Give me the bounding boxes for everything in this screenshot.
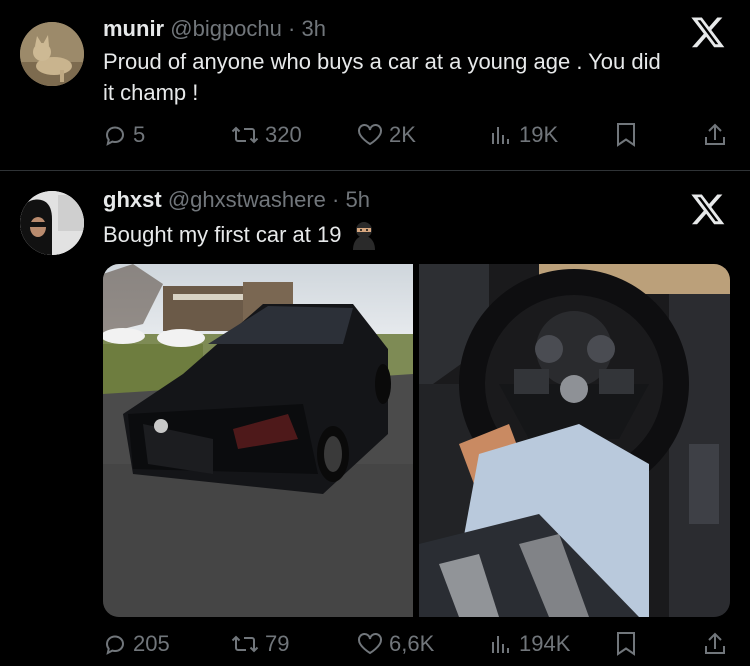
share-icon — [705, 123, 725, 145]
share-button[interactable] — [703, 631, 727, 657]
views-button[interactable]: 19K — [489, 122, 558, 148]
like-button[interactable]: 2K — [357, 122, 416, 148]
display-name[interactable]: ghxst — [103, 187, 162, 212]
share-icon — [705, 632, 725, 654]
views-count: 194K — [519, 631, 571, 656]
user-handle[interactable]: @ghxstwashere — [168, 187, 326, 212]
tweet-header: munir @bigpochu · 3h — [103, 16, 326, 42]
views-count: 19K — [519, 122, 559, 147]
display-name[interactable]: munir — [103, 16, 164, 41]
like-count: 2K — [389, 122, 416, 147]
media-grid — [103, 264, 730, 617]
action-bar: 5 320 2K 19K — [103, 122, 728, 156]
cat-avatar-icon — [20, 22, 84, 86]
tweet-header: ghxst @ghxstwashere · 5h — [103, 187, 370, 213]
steering-wheel-photo[interactable] — [419, 264, 730, 617]
repost-button[interactable]: 320 — [231, 122, 302, 148]
reply-icon — [105, 635, 125, 655]
tweet-munir[interactable]: munir @bigpochu · 3h Proud of anyone who… — [0, 0, 750, 170]
reply-count: 205 — [133, 631, 170, 656]
user-handle[interactable]: @bigpochu — [170, 16, 282, 41]
avatar[interactable] — [20, 22, 84, 86]
timestamp[interactable]: 3h — [301, 16, 325, 41]
reply-button[interactable]: 205 — [103, 631, 170, 657]
reply-button[interactable]: 5 — [103, 122, 145, 148]
avatar[interactable] — [20, 191, 84, 255]
tweet-text-content: Bought my first car at 19 — [103, 222, 342, 247]
reply-icon — [105, 126, 125, 146]
views-chart-icon — [492, 127, 509, 144]
views-chart-icon — [492, 636, 509, 653]
action-bar: 205 79 6,6K 194K — [103, 631, 728, 665]
separator: · — [332, 187, 340, 212]
like-count: 6,6K — [389, 631, 435, 656]
heart-icon — [358, 633, 382, 655]
bookmark-icon — [617, 632, 635, 656]
repost-icon — [231, 635, 259, 653]
repost-count: 320 — [265, 122, 302, 147]
tweet-text-line1: Proud of anyone who buys a car at a youn… — [103, 49, 661, 74]
tweet-text: Bought my first car at 19 — [103, 219, 379, 250]
tweet-ghxst[interactable]: ghxst @ghxstwashere · 5h Bought my first… — [0, 171, 750, 666]
x-logo-icon — [691, 194, 725, 225]
ninja-emoji-icon — [353, 221, 376, 250]
black-sedan-photo[interactable] — [103, 264, 413, 617]
bookmark-button[interactable] — [615, 631, 637, 657]
hooded-person-avatar-icon — [20, 191, 84, 255]
like-button[interactable]: 6,6K — [357, 631, 434, 657]
share-button[interactable] — [703, 122, 727, 148]
separator: · — [288, 16, 296, 41]
repost-icon — [231, 126, 259, 144]
tweet-text: Proud of anyone who buys a car at a youn… — [103, 46, 661, 108]
views-button[interactable]: 194K — [489, 631, 570, 657]
tweet-text-line2: it champ ! — [103, 80, 199, 105]
bookmark-button[interactable] — [615, 122, 637, 148]
repost-button[interactable]: 79 — [231, 631, 289, 657]
heart-icon — [358, 124, 382, 146]
x-logo-icon — [691, 17, 725, 48]
reply-count: 5 — [133, 122, 146, 147]
bookmark-icon — [617, 123, 635, 147]
timestamp[interactable]: 5h — [345, 187, 369, 212]
repost-count: 79 — [265, 631, 290, 656]
